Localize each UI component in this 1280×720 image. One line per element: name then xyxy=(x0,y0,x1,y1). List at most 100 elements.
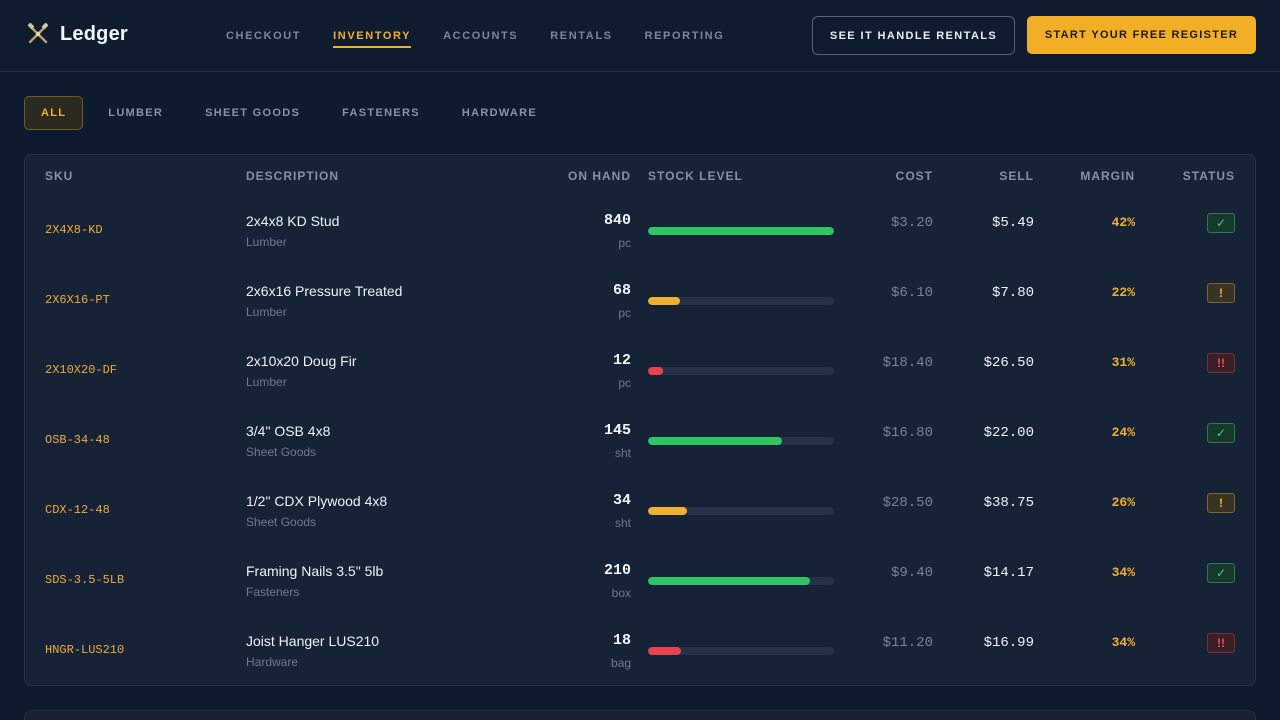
item-category: Lumber xyxy=(246,375,287,389)
filter-chip-fasteners[interactable]: FASTENERS xyxy=(342,96,420,130)
sku-cell[interactable]: HNGR-LUS210 xyxy=(45,643,124,657)
column-header-sell[interactable]: SELL xyxy=(999,169,1034,183)
filter-chip-hardware[interactable]: HARDWARE xyxy=(462,96,537,130)
margin-cell: 22% xyxy=(1111,285,1135,300)
on-hand-unit: sht xyxy=(614,516,631,530)
table-row[interactable]: 2X4X8-KD 2x4x8 KD Stud Lumber 840 pc $3.20 $5.… xyxy=(25,195,1255,265)
inventory-table: SKU DESCRIPTION ON HAND STOCK LEVEL COST… xyxy=(24,154,1256,686)
sell-cell: $16.99 xyxy=(983,635,1034,651)
margin-cell: 42% xyxy=(1111,215,1135,230)
on-hand-unit: pc xyxy=(618,376,631,390)
status-badge[interactable]: !! xyxy=(1207,353,1235,373)
nav-item-checkout[interactable]: CHECKOUT xyxy=(226,24,301,48)
margin-cell: 24% xyxy=(1111,425,1135,440)
on-hand-unit: pc xyxy=(618,236,631,250)
stock-level-fill xyxy=(648,647,682,655)
column-header-sku[interactable]: SKU xyxy=(45,169,73,183)
nav-item-inventory[interactable]: INVENTORY xyxy=(333,24,412,48)
category-filter-bar: ALL LUMBER SHEET GOODS FASTENERS HARDWARE xyxy=(24,96,579,130)
cost-cell: $11.20 xyxy=(882,635,933,651)
column-header-stock-level[interactable]: STOCK LEVEL xyxy=(648,169,743,183)
nav-item-accounts[interactable]: ACCOUNTS xyxy=(443,24,518,48)
margin-cell: 34% xyxy=(1111,635,1135,650)
stock-level-fill xyxy=(648,367,663,375)
on-hand-quantity: 34 xyxy=(612,492,631,509)
item-name: Framing Nails 3.5" 5lb xyxy=(246,563,384,579)
cost-cell: $9.40 xyxy=(890,565,933,581)
table-row[interactable]: SDS-3.5-5LB Framing Nails 3.5" 5lb Fastene… xyxy=(25,545,1255,615)
status-badge[interactable]: !! xyxy=(1207,633,1235,653)
see-rentals-button[interactable]: SEE IT HANDLE RENTALS xyxy=(812,16,1015,55)
start-free-register-button[interactable]: START YOUR FREE REGISTER xyxy=(1027,16,1256,54)
sku-cell[interactable]: OSB-34-48 xyxy=(45,433,110,447)
status-badge[interactable]: ! xyxy=(1207,283,1235,303)
status-badge[interactable]: ✓ xyxy=(1207,563,1235,583)
table-row[interactable]: OSB-34-48 3/4" OSB 4x8 Sheet Goods 145 sht $1… xyxy=(25,405,1255,475)
cost-cell: $3.20 xyxy=(890,215,933,231)
column-header-description[interactable]: DESCRIPTION xyxy=(246,169,339,183)
sku-cell[interactable]: CDX-12-48 xyxy=(45,503,110,517)
margin-cell: 31% xyxy=(1111,355,1135,370)
sell-cell: $5.49 xyxy=(991,215,1034,231)
table-row[interactable]: CDX-12-48 1/2" CDX Plywood 4x8 Sheet Goods… xyxy=(25,475,1255,545)
item-category: Fasteners xyxy=(246,585,300,599)
item-category: Lumber xyxy=(246,235,287,249)
cost-cell: $6.10 xyxy=(890,285,933,301)
item-category: Sheet Goods xyxy=(246,445,317,459)
stock-level-fill xyxy=(648,227,834,235)
nav-item-reporting[interactable]: REPORTING xyxy=(645,24,725,48)
item-name: 1/2" CDX Plywood 4x8 xyxy=(246,493,388,509)
item-name: 3/4" OSB 4x8 xyxy=(246,423,331,439)
column-header-on-hand[interactable]: ON HAND xyxy=(568,169,631,183)
sell-cell: $7.80 xyxy=(991,285,1034,301)
item-name: 2x4x8 KD Stud xyxy=(246,213,340,229)
margin-cell: 26% xyxy=(1111,495,1135,510)
cost-cell: $28.50 xyxy=(882,495,933,511)
stock-level-fill xyxy=(648,297,680,305)
secondary-panel xyxy=(24,710,1256,720)
brand-logo[interactable]: Ledger xyxy=(26,22,128,46)
sku-cell[interactable]: 2X6X16-PT xyxy=(45,293,110,307)
table-row[interactable]: 2X6X16-PT 2x6x16 Pressure Treated Lumber 68… xyxy=(25,265,1255,335)
cost-cell: $18.40 xyxy=(882,355,933,371)
column-header-cost[interactable]: COST xyxy=(896,169,933,183)
filter-chip-sheet-goods[interactable]: SHEET GOODS xyxy=(205,96,300,130)
top-navigation-bar: Ledger CHECKOUT INVENTORY ACCOUNTS RENTALS R… xyxy=(0,0,1280,72)
item-category: Lumber xyxy=(246,305,287,319)
on-hand-quantity: 145 xyxy=(603,422,631,439)
nav-item-rentals[interactable]: RENTALS xyxy=(550,24,612,48)
stock-level-fill xyxy=(648,577,810,585)
on-hand-unit: sht xyxy=(614,446,631,460)
sell-cell: $26.50 xyxy=(983,355,1034,371)
brand-name: Ledger xyxy=(60,22,128,45)
item-name: 2x10x20 Doug Fir xyxy=(246,353,357,369)
item-name: Joist Hanger LUS210 xyxy=(246,633,380,649)
filter-chip-lumber[interactable]: LUMBER xyxy=(108,96,163,130)
filter-chip-all[interactable]: ALL xyxy=(24,96,84,130)
sku-cell[interactable]: SDS-3.5-5LB xyxy=(45,573,124,587)
cost-cell: $16.80 xyxy=(882,425,933,441)
sell-cell: $14.17 xyxy=(983,565,1034,581)
on-hand-quantity: 68 xyxy=(612,282,631,299)
stock-level-bar xyxy=(648,227,834,235)
item-category: Sheet Goods xyxy=(246,515,317,529)
sku-cell[interactable]: 2X4X8-KD xyxy=(45,223,103,237)
column-header-margin[interactable]: MARGIN xyxy=(1080,169,1135,183)
stock-level-bar xyxy=(648,367,834,375)
sell-cell: $22.00 xyxy=(983,425,1034,441)
column-header-status[interactable]: STATUS xyxy=(1183,169,1235,183)
margin-cell: 34% xyxy=(1111,565,1135,580)
stock-level-fill xyxy=(648,507,688,515)
sku-cell[interactable]: 2X10X20-DF xyxy=(45,363,117,377)
item-category: Hardware xyxy=(246,655,299,669)
table-row[interactable]: HNGR-LUS210 Joist Hanger LUS210 Hardware 18… xyxy=(25,615,1255,685)
main-nav: CHECKOUT INVENTORY ACCOUNTS RENTALS REPORTIN… xyxy=(226,0,756,72)
status-badge[interactable]: ! xyxy=(1207,493,1235,513)
table-header: SKU DESCRIPTION ON HAND STOCK LEVEL COST… xyxy=(25,155,1255,195)
status-badge[interactable]: ✓ xyxy=(1207,213,1235,233)
stock-level-bar xyxy=(648,577,834,585)
table-row[interactable]: 2X10X20-DF 2x10x20 Doug Fir Lumber 12 pc $18.… xyxy=(25,335,1255,405)
stock-level-bar xyxy=(648,647,834,655)
status-badge[interactable]: ✓ xyxy=(1207,423,1235,443)
crossed-tools-icon xyxy=(27,22,49,44)
